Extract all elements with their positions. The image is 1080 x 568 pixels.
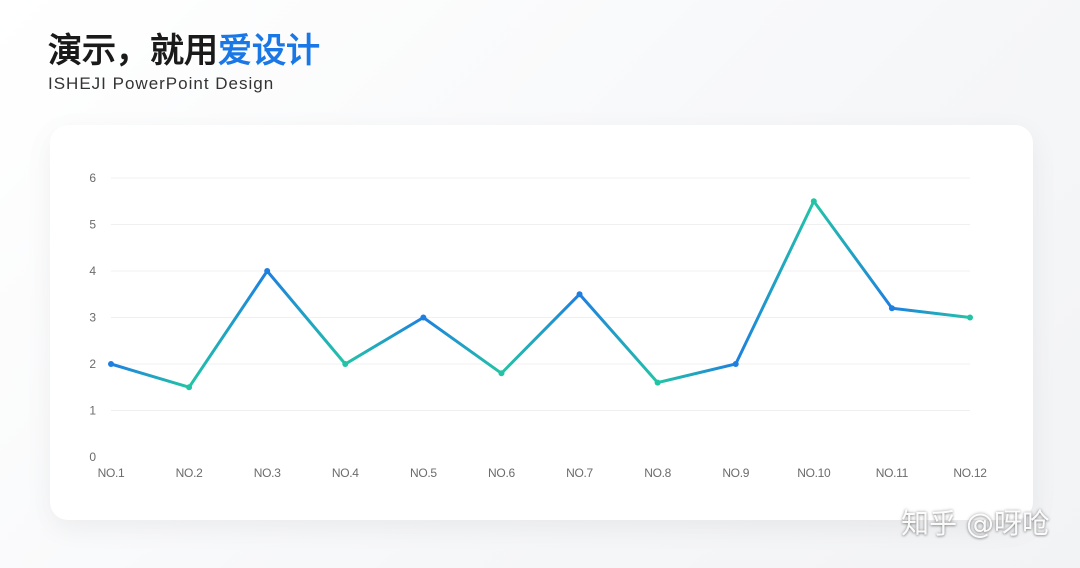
watermark: 知乎 @呀呛 (901, 507, 1050, 540)
line-chart: 0 1 2 3 4 5 6 NO.1 NO.2 NO.3 NO.4 NO.5 NO.6 NO.7 NO.8 N… (89, 171, 987, 480)
x-tick-label: NO.9 (722, 466, 749, 480)
x-tick-label: NO.8 (644, 466, 671, 480)
x-tick-label: NO.1 (98, 466, 125, 480)
page-subtitle: ISHEJI PowerPoint Design (48, 74, 275, 93)
data-point (186, 384, 193, 391)
chart-card: 0 1 2 3 4 5 6 NO.1 NO.2 NO.3 NO.4 NO.5 NO.6 NO.7 NO.8 N… (50, 125, 1033, 520)
x-tick-label: NO.5 (410, 466, 437, 480)
data-point (342, 361, 349, 367)
x-tick-label: NO.7 (566, 466, 593, 480)
data-point (108, 361, 114, 367)
data-point (888, 305, 895, 312)
x-tick-label: NO.12 (953, 466, 987, 480)
y-tick-label: 0 (89, 450, 96, 464)
data-point (576, 291, 583, 298)
x-tick-label: NO.11 (876, 466, 909, 480)
y-tick-label: 5 (89, 218, 96, 232)
x-tick-label: NO.10 (797, 466, 831, 480)
y-tick-label: 1 (89, 404, 96, 418)
data-point (654, 379, 661, 386)
x-tick-label: NO.3 (254, 466, 281, 480)
title-main: 演示，就用 (48, 31, 218, 71)
data-point (498, 370, 505, 377)
series-line (109, 198, 972, 390)
y-tick-label: 6 (89, 171, 96, 185)
page-title: 演示，就用爱设计 (48, 28, 320, 74)
title-accent: 爱设计 (218, 31, 320, 71)
data-point (967, 314, 973, 321)
data-point (810, 198, 817, 205)
data-point (420, 314, 427, 321)
y-tick-label: 2 (89, 357, 96, 371)
x-tick-label: NO.6 (488, 466, 515, 480)
y-tick-label: 4 (89, 264, 96, 278)
data-point (732, 361, 739, 367)
x-tick-label: NO.4 (332, 466, 359, 480)
data-point (264, 268, 271, 274)
y-tick-label: 3 (89, 311, 96, 325)
x-tick-label: NO.2 (176, 466, 203, 480)
